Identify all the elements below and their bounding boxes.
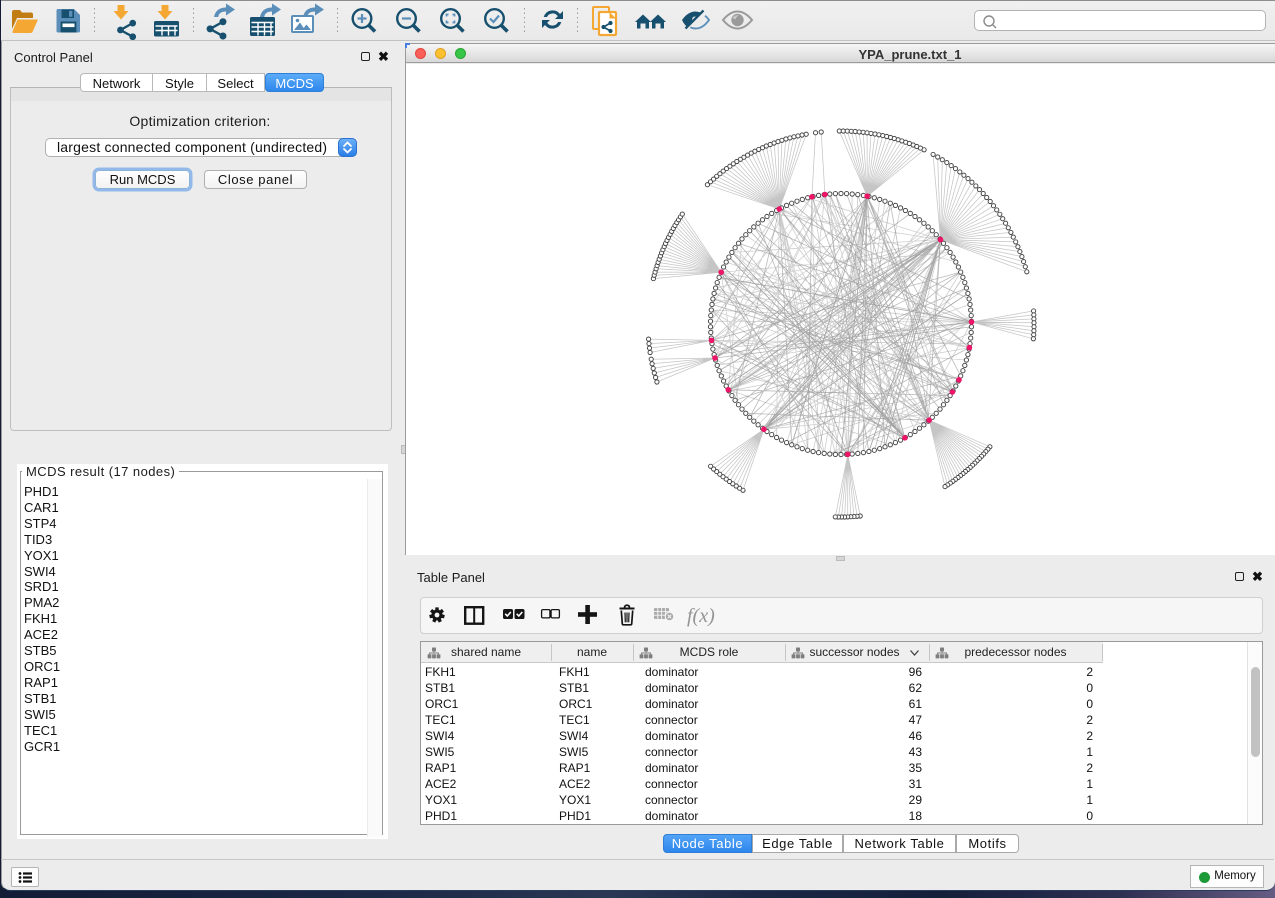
svg-text:f(x): f(x): [687, 605, 715, 627]
